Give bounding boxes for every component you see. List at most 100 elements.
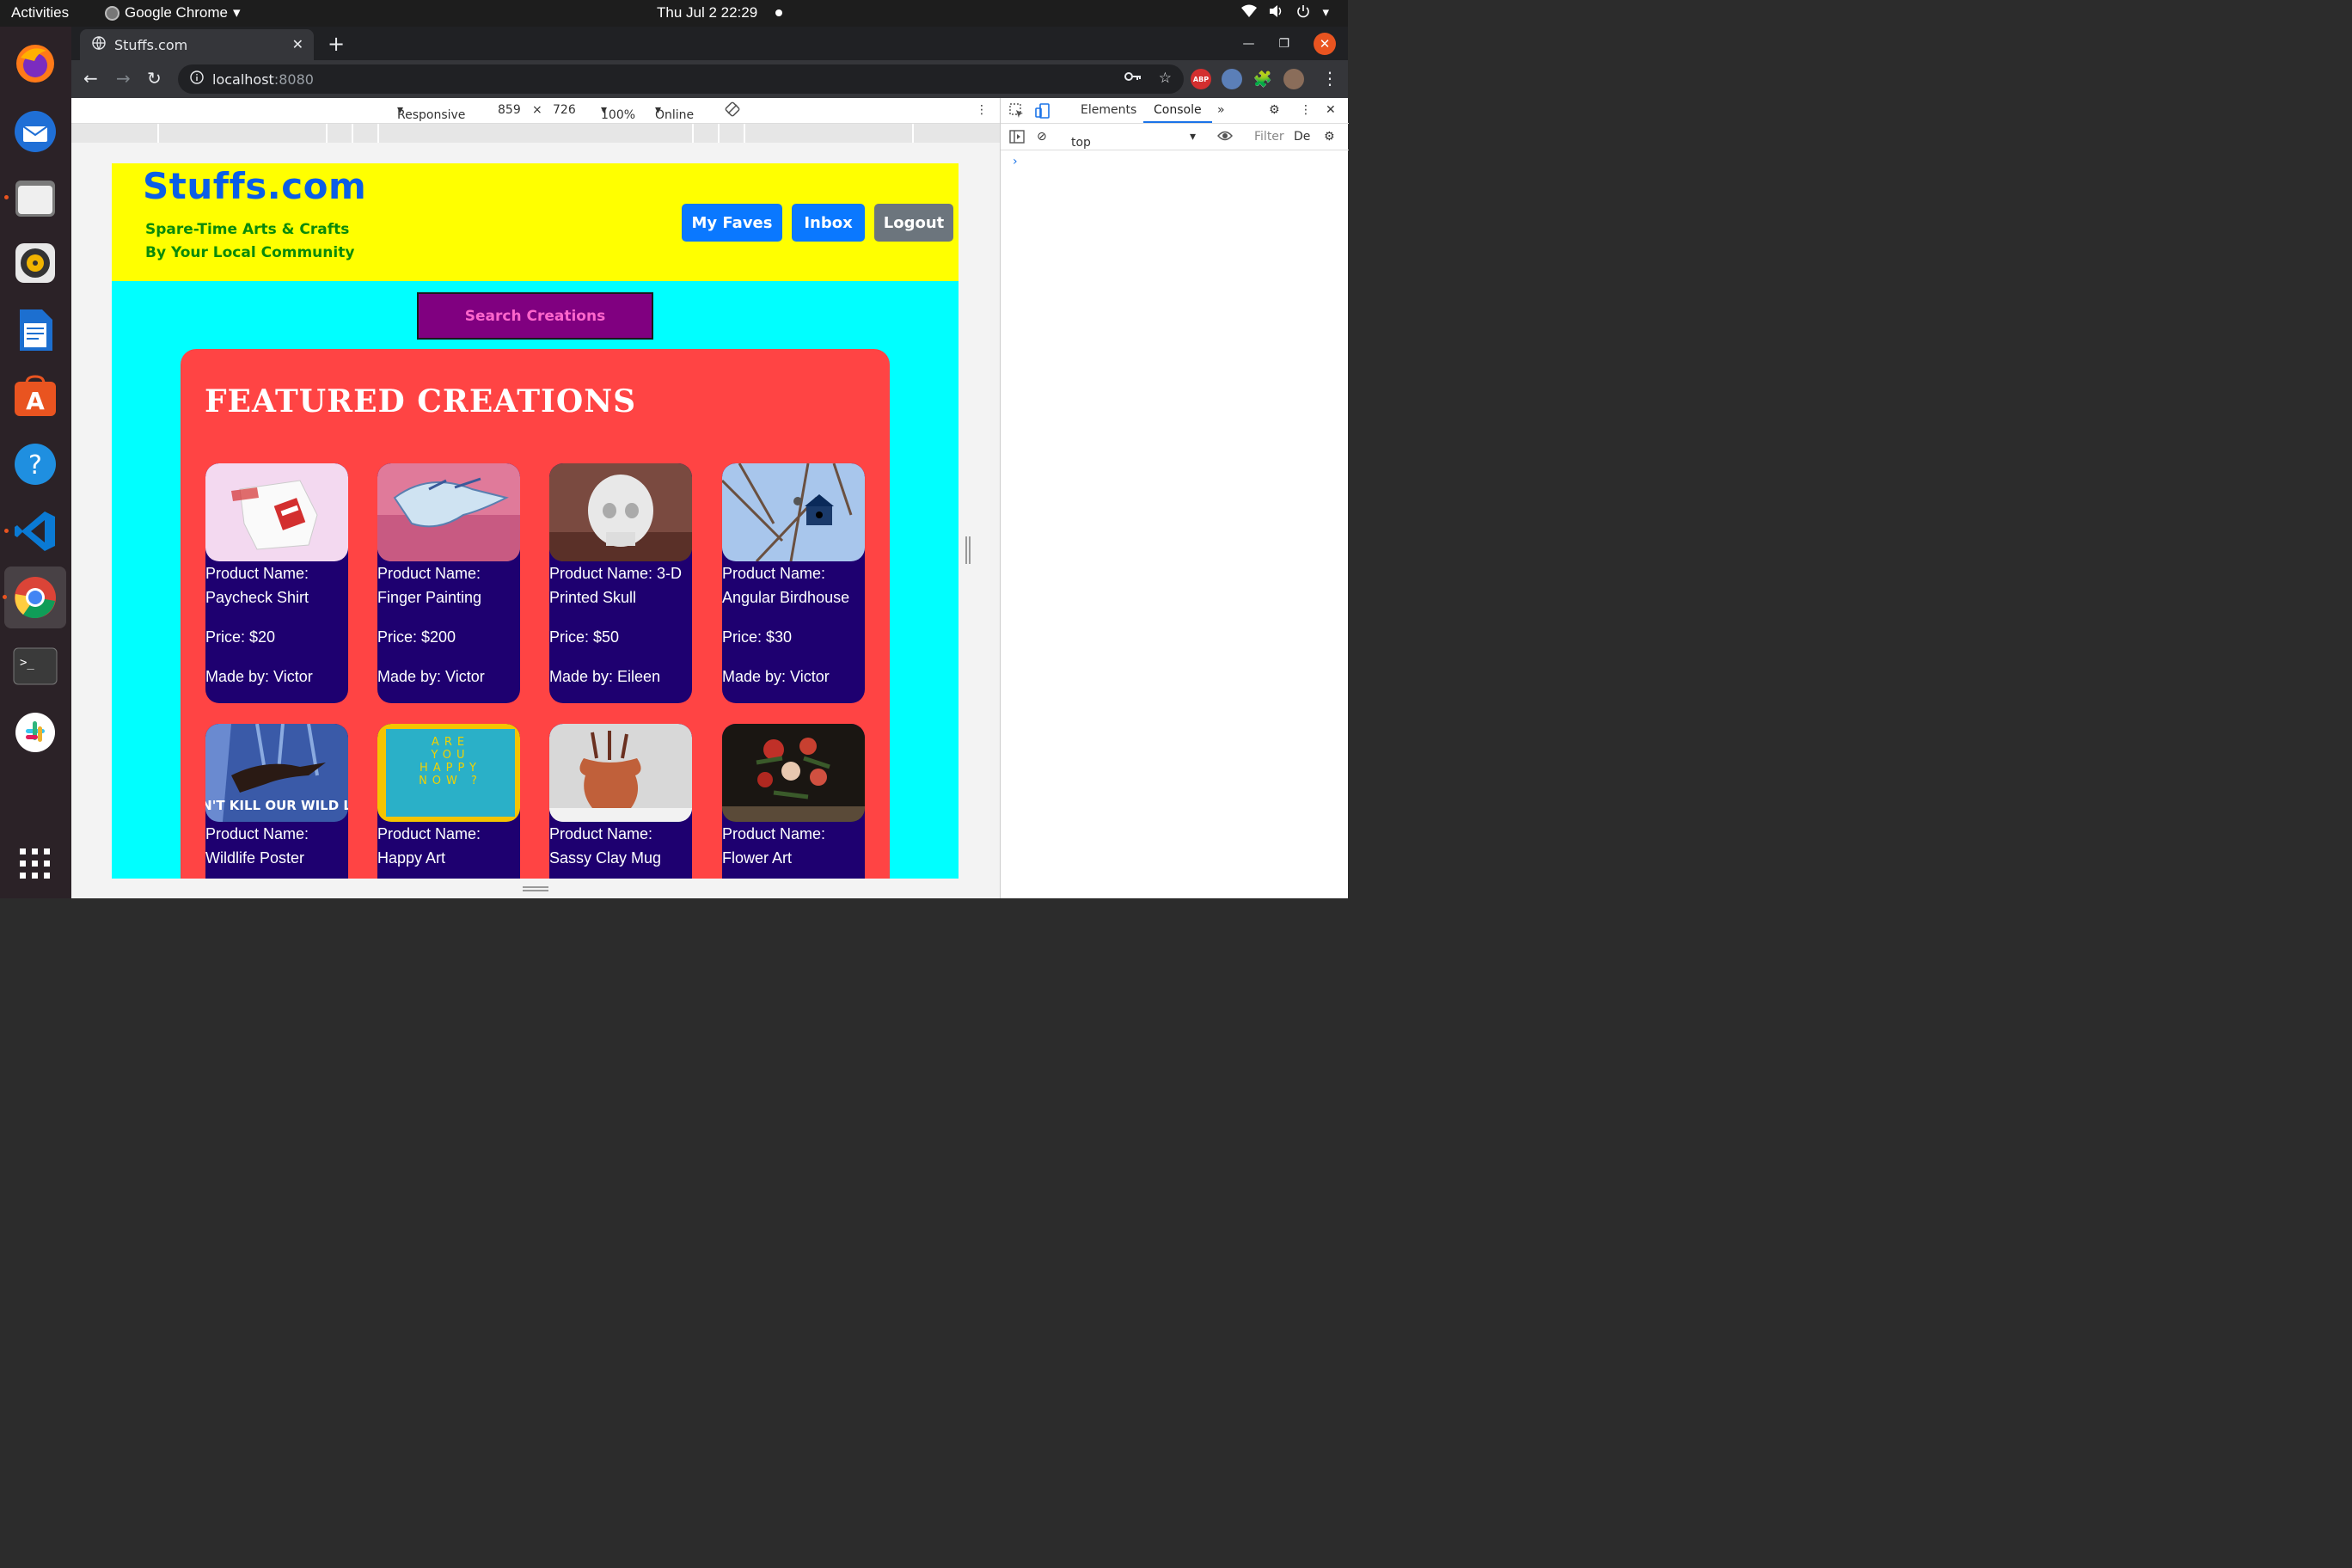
product-card[interactable]: Product Name: Angular Birdhouse Price: $… [722,463,865,703]
my-faves-button[interactable]: My Faves [682,204,782,242]
console-prompt[interactable]: › [1013,155,1018,168]
system-top-bar: Activities Google Chrome ▾ Thu Jul 2 22:… [0,0,1348,27]
devtools-tabbar: Elements Console » ⚙ ⋮ ✕ [1001,98,1349,124]
browser-window: Stuffs.com ✕ + — ❐ ✕ ← → ↻ localhost:808… [71,27,1349,898]
inspect-element-icon[interactable] [1009,103,1025,122]
svg-text:A: A [26,387,45,415]
back-icon[interactable]: ← [83,68,98,89]
terminal-icon[interactable]: >_ [12,643,58,689]
globe-icon [92,36,106,53]
product-card[interactable]: Product Name: Paycheck Shirt Price: $20 … [205,463,348,703]
window-controls: — ❐ ✕ [1242,33,1336,55]
firefox-icon[interactable] [12,40,58,87]
inbox-button[interactable]: Inbox [792,204,865,242]
product-image[interactable] [722,463,865,561]
site-logo[interactable]: Stuffs.com [143,165,366,207]
browser-tab[interactable]: Stuffs.com ✕ [80,29,314,60]
rotate-icon[interactable] [725,101,740,120]
close-window-icon[interactable]: ✕ [1314,33,1336,55]
gear-icon[interactable]: ⚙ [1269,103,1280,117]
tab-console[interactable]: Console [1143,103,1212,123]
puzzle-icon[interactable]: 🧩 [1253,69,1273,89]
forward-icon[interactable]: → [116,68,131,89]
poster-text: DON'T KILL OUR WILD LIFE [205,798,348,813]
key-icon[interactable] [1124,70,1142,87]
eye-icon[interactable] [1217,130,1233,145]
avatar[interactable] [1283,69,1304,89]
product-card[interactable]: DON'T KILL OUR WILD LIFE Product Name: W… [205,724,348,879]
show-applications-icon[interactable] [12,841,58,887]
close-tab-icon[interactable]: ✕ [292,36,303,52]
clock[interactable]: Thu Jul 2 22:29 [657,4,757,21]
product-name: Product Name: Sassy Clay Mug [549,825,662,867]
chevron-down-icon: ▾ [233,4,241,21]
adblock-icon[interactable]: ABP [1191,69,1211,89]
tab-strip: Stuffs.com ✕ + — ❐ ✕ [71,27,1348,60]
viewport-resize-handle[interactable] [965,536,971,564]
media-query-bar[interactable] [71,124,1000,143]
minimize-icon[interactable]: — [1242,37,1254,51]
product-image[interactable]: ARE YOU HAPPY NOW ? [377,724,520,822]
restore-icon[interactable]: ❐ [1278,37,1289,51]
tagline-line2: By Your Local Community [145,244,355,261]
libreoffice-writer-icon[interactable] [12,307,58,353]
filter-input[interactable]: Filter [1254,130,1284,144]
wifi-icon [1241,4,1258,21]
vscode-icon[interactable] [4,508,58,554]
logout-button[interactable]: Logout [874,204,953,242]
omnibox-actions: ☆ [1124,70,1172,87]
gear-icon[interactable]: ⚙ [1324,130,1335,144]
address-bar[interactable]: localhost:8080 ☆ [178,64,1184,94]
product-image[interactable] [722,724,865,822]
help-icon[interactable]: ? [12,441,58,487]
close-icon[interactable]: ✕ [1326,103,1336,117]
more-tabs-icon[interactable]: » [1217,103,1225,117]
product-card[interactable]: Product Name: Finger Painting Price: $20… [377,463,520,703]
featured-creations-panel: FEATURED CREATIONS Product Name: Paychec… [181,349,890,879]
device-height-input[interactable]: 726 [553,103,576,117]
chevron-down-icon: ▾ [1322,4,1329,20]
log-levels-select[interactable]: De [1294,130,1310,144]
more-options-icon[interactable]: ⋮ [1300,103,1312,117]
system-tray[interactable]: ▾ [1241,4,1329,21]
product-card[interactable]: ARE YOU HAPPY NOW ? Product Name: Happy … [377,724,520,879]
product-name: Product Name: Paycheck Shirt [205,565,309,606]
thunderbird-icon[interactable] [12,108,58,155]
device-toolbar-toggle-icon[interactable] [1035,103,1050,122]
device-width-input[interactable]: 859 [498,103,521,117]
product-card[interactable]: Product Name: 3-D Printed Skull Price: $… [549,463,692,703]
software-center-icon[interactable]: A [12,373,58,420]
more-options-icon[interactable]: ⋮ [976,103,988,117]
product-image[interactable] [549,724,692,822]
running-indicator [4,195,9,199]
files-icon[interactable] [4,175,58,221]
zoom-select[interactable]: 100% ▾ [601,103,635,122]
chrome-app-icon [105,5,119,21]
info-icon[interactable] [190,70,204,88]
product-image[interactable] [205,463,348,561]
product-card[interactable]: Product Name: Flower Art [722,724,865,879]
product-image[interactable] [377,463,520,561]
tab-elements[interactable]: Elements [1081,103,1136,117]
product-card[interactable]: Product Name: Sassy Clay Mug [549,724,692,879]
network-throttle-select[interactable]: Online ▾ [655,103,694,122]
clear-console-icon[interactable]: ⊘ [1037,130,1047,144]
chrome-icon[interactable] [3,567,66,628]
sidebar-toggle-icon[interactable] [1009,130,1025,147]
product-image[interactable] [549,463,692,561]
menu-icon[interactable]: ⋮ [1321,68,1338,89]
rhythmbox-icon[interactable] [12,240,58,286]
activities-button[interactable]: Activities [11,4,69,21]
viewport-bottom-resize-handle[interactable] [523,886,548,891]
star-icon[interactable]: ☆ [1159,70,1172,87]
app-menu[interactable]: Google Chrome ▾ [105,4,241,21]
chevron-down-icon[interactable]: ▾ [1190,130,1196,144]
search-creations-button[interactable]: Search Creations [417,292,653,340]
product-image[interactable]: DON'T KILL OUR WILD LIFE [205,724,348,822]
new-tab-button[interactable]: + [328,32,345,56]
extension-icon[interactable] [1222,69,1242,89]
running-indicator [4,529,9,533]
device-mode-select[interactable]: Responsive ▾ [397,103,465,122]
slack-icon[interactable] [12,709,58,756]
reload-icon[interactable]: ↻ [147,68,162,89]
